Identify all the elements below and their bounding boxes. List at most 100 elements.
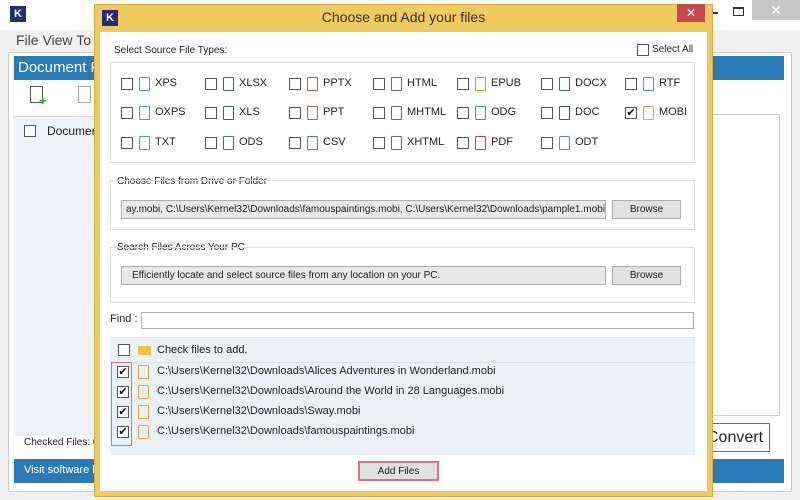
pptx-file-icon — [307, 77, 318, 91]
file-checkbox[interactable]: ✔ — [117, 386, 129, 398]
type-label: ODS — [239, 136, 263, 148]
xlsx-file-icon — [223, 77, 234, 91]
ppt-file-icon — [307, 106, 318, 120]
find-label: Find : — [110, 313, 138, 325]
xls-file-icon — [223, 106, 234, 120]
type-checkbox-mobi[interactable]: ✔ — [625, 107, 637, 119]
checked-files-count: Checked Files: 0 — [24, 437, 99, 448]
odt-file-icon — [559, 136, 570, 150]
file-checkbox[interactable]: ✔ — [117, 366, 129, 378]
xhtml-file-icon — [391, 136, 402, 150]
type-label: PPTX — [323, 77, 352, 89]
dialog-title: Choose and Add your files — [321, 9, 486, 25]
file-checkbox[interactable]: ✔ — [117, 406, 129, 418]
source-types-label: Select Source File Types: — [114, 45, 228, 56]
type-checkbox-rtf[interactable] — [625, 78, 637, 90]
epub-file-icon — [475, 77, 486, 91]
type-checkbox-odt[interactable] — [541, 137, 553, 149]
type-checkbox-xhtml[interactable] — [373, 137, 385, 149]
html-file-icon — [391, 77, 402, 91]
check-all-files-checkbox[interactable] — [118, 344, 130, 356]
type-checkbox-xps[interactable] — [121, 78, 133, 90]
type-label: TXT — [155, 136, 176, 148]
type-checkbox-doc[interactable] — [541, 107, 553, 119]
type-checkbox-epub[interactable] — [457, 78, 469, 90]
file-path[interactable]: C:\Users\Kernel32\Downloads\Alices Adven… — [157, 365, 496, 377]
type-checkbox-xls[interactable] — [205, 107, 217, 119]
type-checkbox-csv[interactable] — [289, 137, 301, 149]
type-label: PPT — [323, 106, 345, 118]
type-checkbox-txt[interactable] — [121, 137, 133, 149]
file-path[interactable]: C:\Users\Kernel32\Downloads\famouspainti… — [157, 425, 414, 437]
drive-path-field[interactable]: ay.mobi, C:\Users\Kernel32\Downloads\fam… — [121, 200, 606, 219]
type-label: ODG — [491, 106, 517, 118]
type-label: XHTML — [407, 136, 445, 148]
type-checkbox-odg[interactable] — [457, 107, 469, 119]
select-all-label: Select All — [652, 44, 694, 55]
app-menu: File View To — [16, 32, 91, 48]
add-file-icon[interactable]: + — [30, 86, 47, 108]
type-checkbox-ppt[interactable] — [289, 107, 301, 119]
type-label: MOBI — [659, 106, 688, 118]
search-browse-button[interactable]: Browse — [612, 266, 681, 285]
type-checkbox-xlsx[interactable] — [205, 78, 217, 90]
type-checkbox-oxps[interactable] — [121, 107, 133, 119]
oxps-file-icon — [139, 106, 150, 120]
txt-file-icon — [139, 136, 150, 150]
app-close-button[interactable]: ✕ — [752, 0, 800, 20]
menu-tools[interactable]: To — [76, 32, 91, 48]
xps-file-icon — [139, 77, 150, 91]
type-label: EPUB — [491, 77, 521, 89]
docx-file-icon — [559, 77, 570, 91]
mobi-file-icon — [643, 106, 654, 120]
mhtml-file-icon — [391, 106, 402, 120]
add-files-button[interactable]: Add Files — [358, 461, 439, 481]
menu-view[interactable]: View — [42, 32, 72, 48]
file-path[interactable]: C:\Users\Kernel32\Downloads\Around the W… — [157, 385, 504, 397]
type-label: PDF — [491, 136, 513, 148]
list-panel — [14, 116, 94, 436]
remove-file-icon[interactable] — [78, 86, 91, 103]
menu-file[interactable]: File — [16, 32, 39, 48]
odg-file-icon — [475, 106, 486, 120]
type-checkbox-pptx[interactable] — [289, 78, 301, 90]
right-panel — [710, 114, 780, 416]
type-label: ODT — [575, 136, 599, 148]
type-label: DOC — [575, 106, 600, 118]
app-list-header: Documer — [47, 124, 96, 138]
type-label: CSV — [323, 136, 346, 148]
type-checkbox-pdf[interactable] — [457, 137, 469, 149]
file-list-header: Check files to add. — [157, 344, 248, 356]
search-field[interactable]: Efficiently locate and select source fil… — [121, 266, 606, 285]
mobi-file-icon — [138, 425, 149, 439]
type-label: XPS — [155, 77, 178, 89]
find-input[interactable] — [141, 312, 694, 329]
mobi-file-icon — [138, 385, 149, 399]
dialog-close-button[interactable]: ✕ — [677, 4, 705, 22]
doc-file-icon — [559, 106, 570, 120]
type-label: XLSX — [239, 77, 268, 89]
type-label: XLS — [239, 106, 260, 118]
app-logo: K — [10, 6, 26, 22]
type-label: RTF — [659, 77, 681, 89]
type-checkbox-html[interactable] — [373, 78, 385, 90]
file-checkbox[interactable]: ✔ — [117, 426, 129, 438]
type-label: MHTML — [407, 106, 447, 118]
app-list-checkbox[interactable] — [24, 125, 36, 137]
select-all-checkbox[interactable] — [637, 44, 649, 56]
type-checkbox-docx[interactable] — [541, 78, 553, 90]
folder-icon — [138, 346, 151, 355]
type-checkbox-mhtml[interactable] — [373, 107, 385, 119]
type-label: OXPS — [155, 106, 186, 118]
type-checkbox-ods[interactable] — [205, 137, 217, 149]
ods-file-icon — [223, 136, 234, 150]
file-path[interactable]: C:\Users\Kernel32\Downloads\Sway.mobi — [157, 405, 360, 417]
mobi-file-icon — [138, 365, 149, 379]
drive-browse-button[interactable]: Browse — [612, 200, 681, 219]
rtf-file-icon — [643, 77, 654, 91]
file-types-group — [110, 62, 695, 163]
type-label: DOCX — [575, 77, 607, 89]
pdf-file-icon — [475, 136, 486, 150]
maximize-button[interactable] — [733, 7, 744, 16]
type-label: HTML — [407, 77, 437, 89]
